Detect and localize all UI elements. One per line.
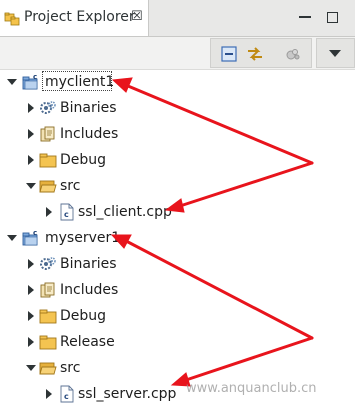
tree-item-label: Debug (60, 308, 107, 324)
link-with-editor-icon[interactable] (245, 44, 265, 64)
tree-row-ssl-client-cpp[interactable]: c ssl_client.cpp (0, 200, 355, 224)
expand-twisty-icon[interactable] (26, 363, 36, 373)
cpp-file-icon: c (60, 203, 74, 221)
project-explorer-tab[interactable]: Project Explorer ☒ (0, 0, 149, 36)
close-icon[interactable]: ☒ (131, 9, 143, 25)
binaries-icon (40, 101, 56, 114)
tree-row-binaries[interactable]: Binaries (0, 96, 355, 120)
tree-row-project-myclient1[interactable]: c myclient1 (0, 70, 355, 94)
tree-row-src[interactable]: src (0, 356, 355, 380)
expand-twisty-icon[interactable] (26, 181, 36, 191)
svg-text:c: c (33, 229, 37, 237)
minimize-button[interactable] (294, 7, 316, 29)
collapse-twisty-icon[interactable] (26, 337, 36, 347)
tree-row-includes[interactable]: Includes (0, 278, 355, 302)
tree-row-src[interactable]: src (0, 174, 355, 198)
watermark-text: www.anquanclub.cn (186, 381, 317, 396)
tree-row-includes[interactable]: Includes (0, 122, 355, 146)
svg-text:c: c (64, 210, 69, 219)
view-title: Project Explorer (24, 9, 135, 25)
svg-text:c: c (64, 392, 69, 401)
tree-item-label: src (60, 360, 81, 376)
folder-open-icon (39, 180, 57, 193)
tree-item-label: Includes (60, 126, 119, 142)
svg-text:c: c (33, 73, 37, 81)
view-menu-icon (329, 50, 341, 57)
collapse-twisty-icon[interactable] (26, 285, 36, 295)
includes-icon (40, 282, 55, 298)
maximize-button[interactable] (322, 7, 344, 29)
collapse-twisty-icon[interactable] (26, 155, 36, 165)
view-menu-button[interactable] (316, 38, 355, 68)
collapse-twisty-icon[interactable] (44, 207, 54, 217)
collapse-twisty-icon[interactable] (26, 311, 36, 321)
tree-item-label: Includes (60, 282, 119, 298)
collapse-twisty-icon[interactable] (26, 259, 36, 269)
toolbar-button-group (210, 38, 312, 68)
maximize-icon (327, 12, 338, 23)
tree-item-label: src (60, 178, 81, 194)
tree-row-binaries[interactable]: Binaries (0, 252, 355, 276)
tree-row-debug[interactable]: Debug (0, 304, 355, 328)
view-toolbar (0, 37, 355, 70)
project-tree: c myclient1 Binaries Includes Debug src … (0, 70, 355, 413)
project-explorer-icon (4, 12, 20, 26)
expand-twisty-icon[interactable] (7, 77, 17, 87)
includes-icon (40, 126, 55, 142)
folder-icon (39, 335, 57, 350)
collapse-twisty-icon[interactable] (26, 129, 36, 139)
cpp-file-icon: c (60, 385, 74, 403)
collapse-twisty-icon[interactable] (26, 103, 36, 113)
tree-row-release[interactable]: Release (0, 330, 355, 354)
expand-twisty-icon[interactable] (7, 233, 17, 243)
view-tab-strip: Project Explorer ☒ (0, 0, 355, 37)
filter-icon[interactable] (283, 44, 303, 64)
tree-item-label: myserver1 (45, 230, 121, 246)
folder-icon (39, 153, 57, 168)
tree-item-label: myclient1 (45, 74, 115, 90)
folder-icon (39, 309, 57, 324)
minimize-icon (299, 16, 311, 18)
binaries-icon (40, 257, 56, 270)
tree-item-label: ssl_client.cpp (78, 204, 172, 220)
tree-row-debug[interactable]: Debug (0, 148, 355, 172)
tree-item-label: Debug (60, 152, 107, 168)
project-explorer-view: Project Explorer ☒ c myclient1 Binaries … (0, 0, 355, 413)
cpp-project-icon: c (22, 229, 38, 246)
tree-item-label: Binaries (60, 100, 117, 116)
tree-row-project-myserver1[interactable]: c myserver1 (0, 226, 355, 250)
cpp-project-icon: c (22, 73, 38, 90)
tree-item-label: ssl_server.cpp (78, 386, 177, 402)
folder-open-icon (39, 362, 57, 375)
tree-item-label: Release (60, 334, 115, 350)
collapse-all-icon[interactable] (219, 44, 239, 64)
collapse-twisty-icon[interactable] (44, 389, 54, 399)
tree-item-label: Binaries (60, 256, 117, 272)
